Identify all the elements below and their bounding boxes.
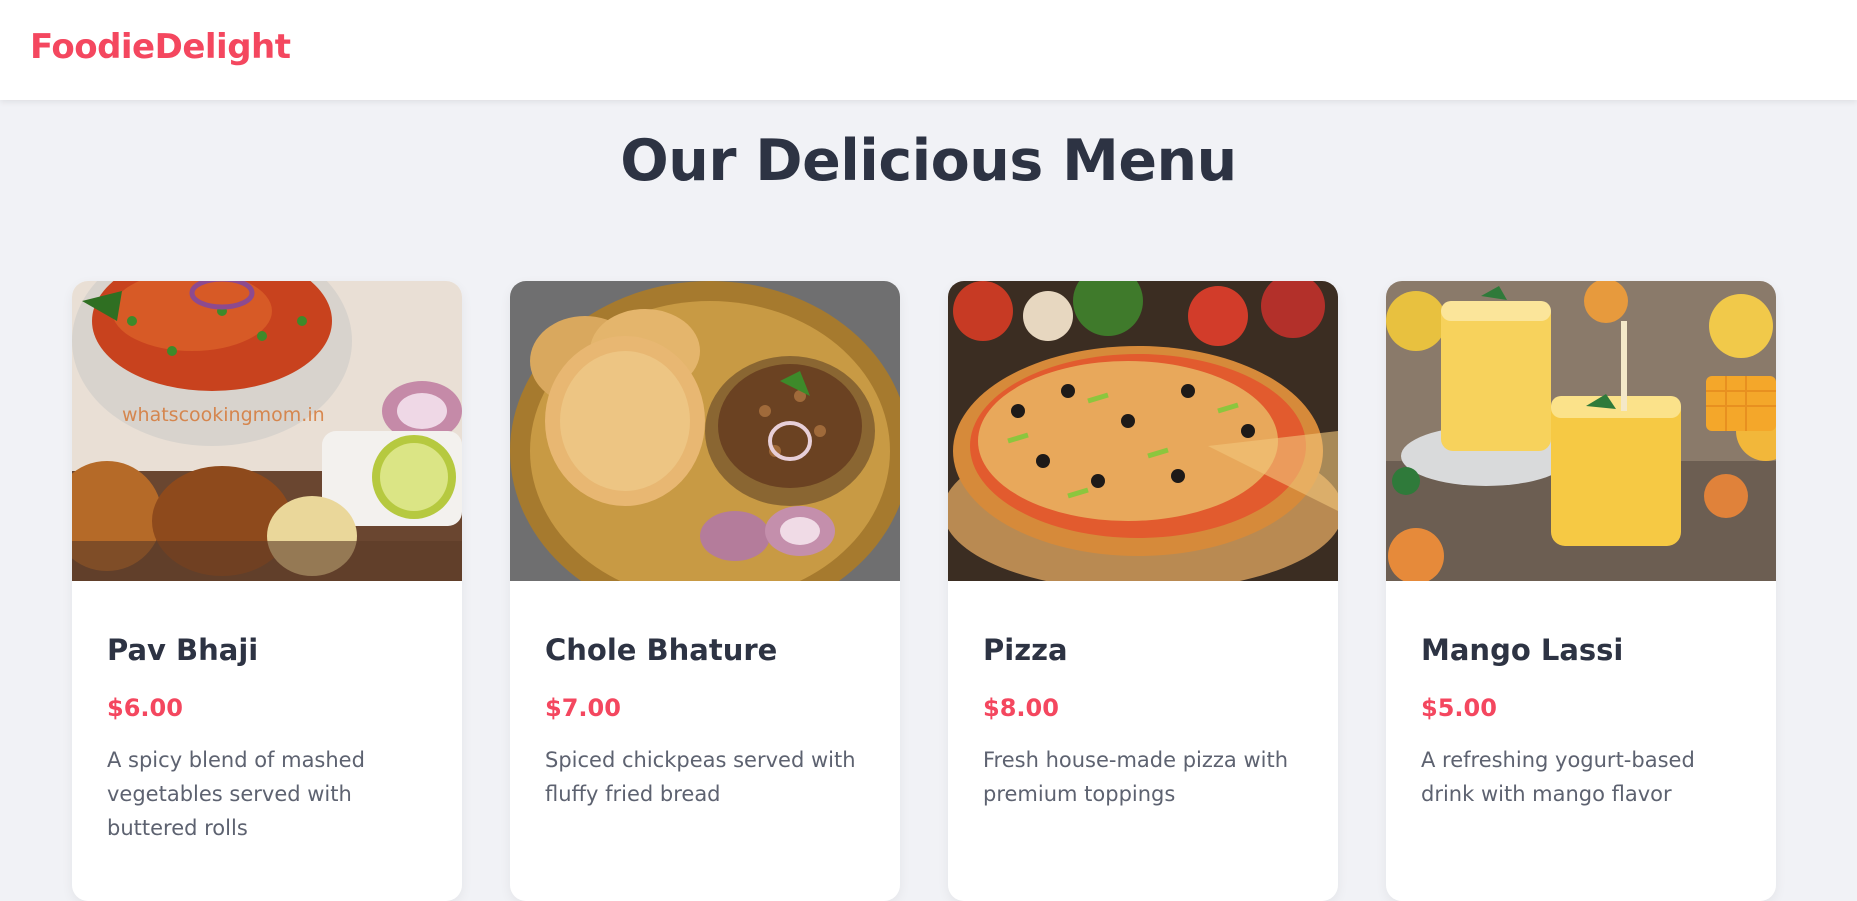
dish-name: Mango Lassi <box>1421 633 1624 667</box>
navbar: FoodieDelight <box>0 0 1857 100</box>
dish-name: Pav Bhaji <box>107 633 259 667</box>
mango-lassi-photo <box>1386 281 1776 581</box>
dish-price: $6.00 <box>107 694 183 722</box>
chole-bhature-photo <box>510 281 900 581</box>
dish-description: Spiced chickpeas served with fluffy frie… <box>545 748 856 806</box>
page-title: Our Delicious Menu <box>620 128 1237 194</box>
pizza-photo <box>948 281 1338 581</box>
dish-name: Chole Bhature <box>545 633 778 667</box>
brand-logo[interactable]: FoodieDelight <box>30 27 291 67</box>
menu-grid: whatscookingmom.in Pav Bhaji $6.00 A spi… <box>72 281 1776 901</box>
watermark-text: whatscookingmom.in <box>122 404 325 426</box>
dish-description: A spicy blend of mashed vegetables serve… <box>107 748 365 840</box>
dish-description: Fresh house-made pizza with premium topp… <box>983 748 1289 806</box>
dish-description: A refreshing yogurt-based drink with man… <box>1421 748 1695 806</box>
menu-card[interactable]: Pizza $8.00 Fresh house-made pizza with … <box>948 281 1338 901</box>
menu-card[interactable]: Mango Lassi $5.00 A refreshing yogurt-ba… <box>1386 281 1776 901</box>
dish-name: Pizza <box>983 633 1068 667</box>
dish-price: $7.00 <box>545 694 621 722</box>
dish-price: $8.00 <box>983 694 1059 722</box>
menu-card[interactable]: whatscookingmom.in Pav Bhaji $6.00 A spi… <box>72 281 462 901</box>
menu-card[interactable]: Chole Bhature $7.00 Spiced chickpeas ser… <box>510 281 900 901</box>
pav-bhaji-photo: whatscookingmom.in <box>72 281 462 581</box>
dish-price: $5.00 <box>1421 694 1497 722</box>
